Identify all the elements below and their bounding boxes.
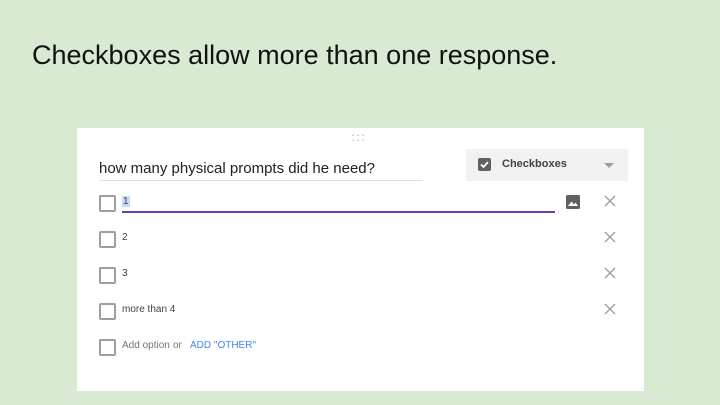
option-input[interactable]: 3 xyxy=(122,268,128,279)
drag-handle-icon[interactable]: ::: xyxy=(351,130,366,144)
close-icon[interactable] xyxy=(603,230,617,244)
option-checkbox[interactable] xyxy=(99,267,116,284)
slide-title: Checkboxes allow more than one response. xyxy=(32,40,558,70)
or-label: or xyxy=(173,340,182,351)
option-checkbox xyxy=(99,339,116,356)
close-icon[interactable] xyxy=(603,302,617,316)
active-input-underline xyxy=(122,211,555,213)
option-row: 2 xyxy=(99,229,624,251)
add-other-button[interactable]: ADD "OTHER" xyxy=(190,340,256,351)
option-row: more than 4 xyxy=(99,301,624,323)
close-icon[interactable] xyxy=(603,266,617,280)
option-input[interactable]: more than 4 xyxy=(122,304,175,315)
question-card[interactable]: ::: how many physical prompts did he nee… xyxy=(77,128,644,391)
close-icon[interactable] xyxy=(603,194,617,208)
checkbox-type-icon xyxy=(478,158,491,171)
option-checkbox[interactable] xyxy=(99,231,116,248)
question-type-label: Checkboxes xyxy=(502,158,567,170)
question-type-dropdown[interactable]: Checkboxes xyxy=(466,149,628,181)
option-input[interactable]: 1 xyxy=(122,196,130,207)
add-image-icon[interactable] xyxy=(566,195,580,209)
option-input[interactable]: 2 xyxy=(122,232,128,243)
option-row: 1 xyxy=(99,193,624,215)
option-row: 3 xyxy=(99,265,624,287)
add-option-input[interactable]: Add option xyxy=(122,340,170,351)
add-option-row: Add option or ADD "OTHER" xyxy=(99,337,624,359)
question-title-input[interactable]: how many physical prompts did he need? xyxy=(99,158,423,181)
option-checkbox[interactable] xyxy=(99,303,116,320)
chevron-down-icon xyxy=(604,163,614,168)
option-checkbox[interactable] xyxy=(99,195,116,212)
